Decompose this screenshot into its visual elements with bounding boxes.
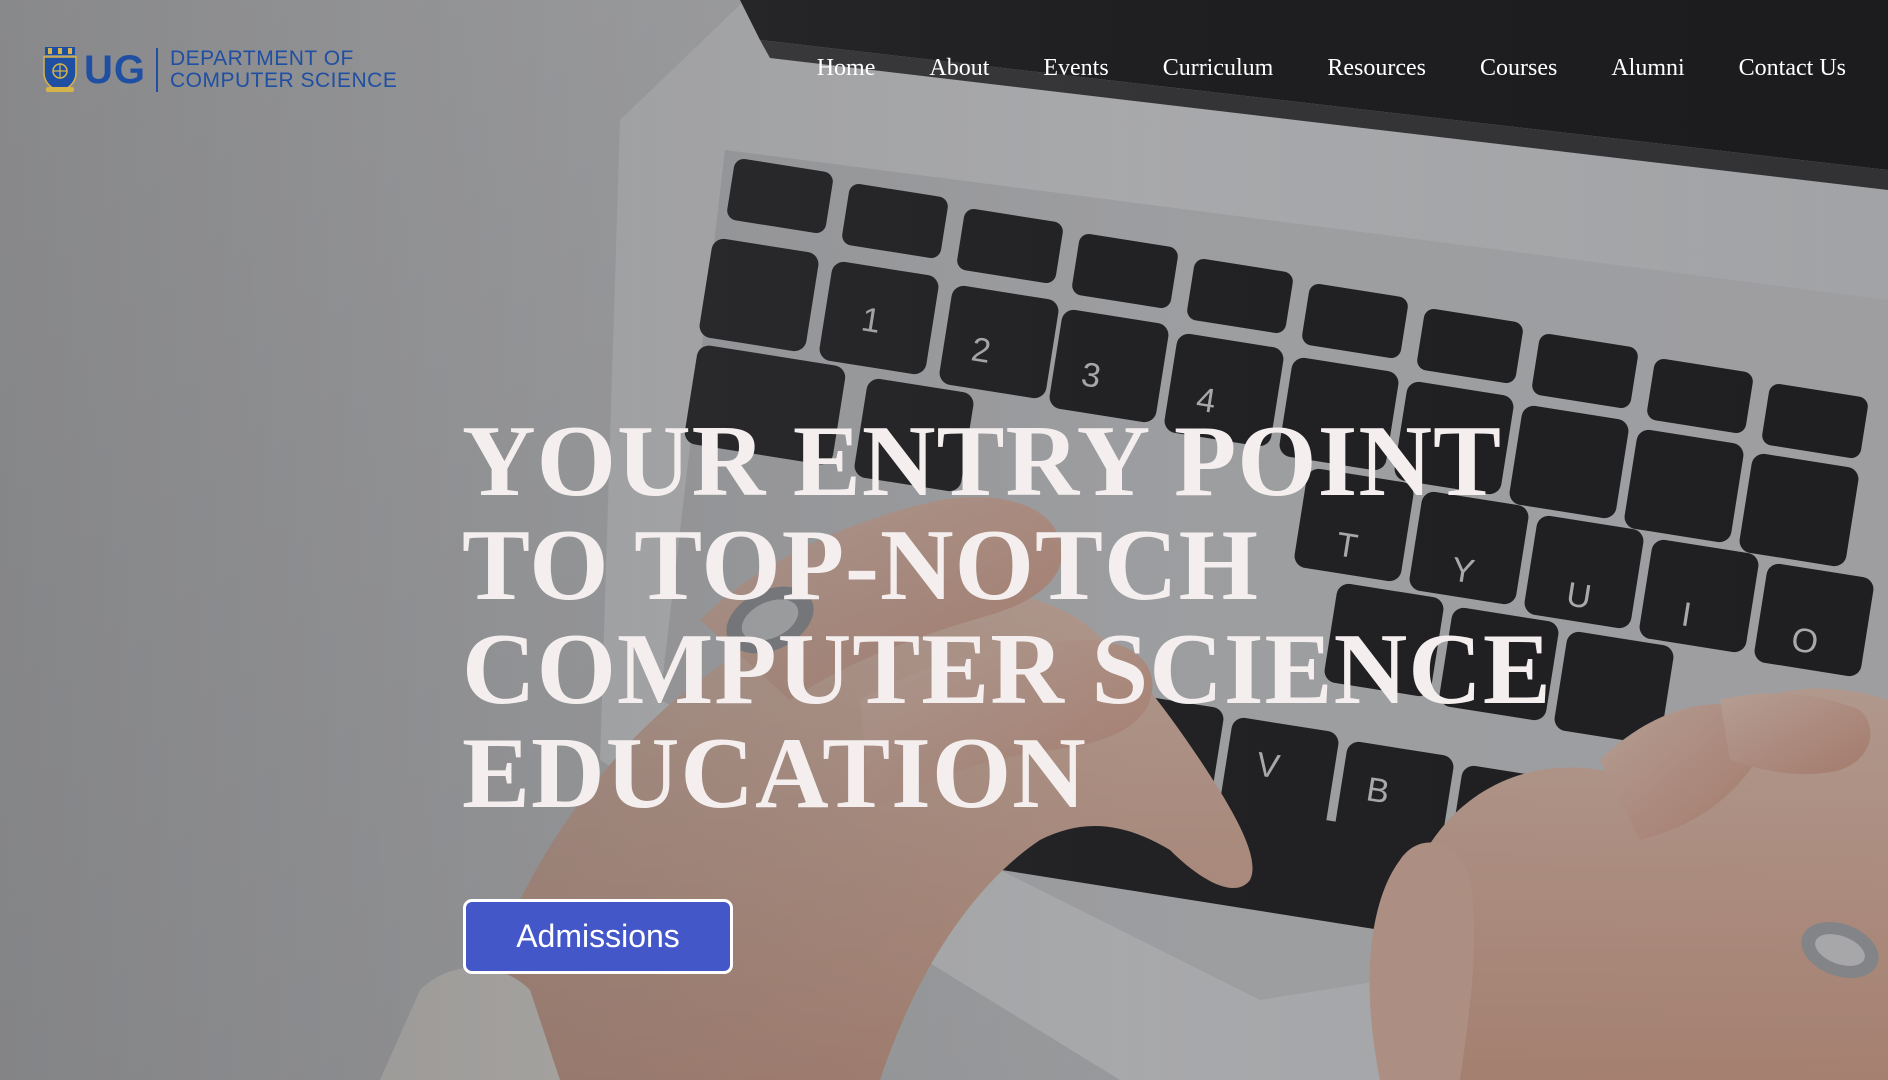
site-header: UG DEPARTMENT OF COMPUTER SCIENCE Home A… [0, 0, 1888, 140]
brand-name: DEPARTMENT OF COMPUTER SCIENCE [170, 48, 397, 92]
main-navigation: Home About Events Curriculum Resources C… [763, 55, 1846, 82]
university-crest-icon [43, 47, 77, 92]
department-logo-link[interactable]: UG DEPARTMENT OF COMPUTER SCIENCE [42, 40, 397, 100]
hero-headline-line4: EDUCATION [462, 717, 1087, 830]
hero-headline-line1: YOUR ENTRY POINT [462, 405, 1503, 518]
nav-link-home[interactable]: Home [817, 55, 876, 82]
nav-link-curriculum[interactable]: Curriculum [1163, 55, 1274, 82]
nav-link-contact-us[interactable]: Contact Us [1739, 55, 1846, 82]
nav-link-events[interactable]: Events [1043, 55, 1108, 82]
brand-name-line1: DEPARTMENT OF [170, 47, 354, 70]
nav-link-resources[interactable]: Resources [1327, 55, 1426, 82]
brand-divider [156, 48, 158, 92]
nav-link-courses[interactable]: Courses [1480, 55, 1557, 82]
hero-headline: YOUR ENTRY POINT TO TOP-NOTCH COMPUTER S… [462, 410, 1612, 826]
admissions-button[interactable]: Admissions [463, 899, 733, 974]
nav-link-alumni[interactable]: Alumni [1611, 55, 1684, 82]
nav-link-about[interactable]: About [929, 55, 989, 82]
brand-name-line2: COMPUTER SCIENCE [170, 69, 398, 92]
hero-headline-line3: COMPUTER SCIENCE [462, 613, 1552, 726]
brand-initials: UG [84, 48, 146, 92]
hero-headline-line2: TO TOP-NOTCH [462, 509, 1260, 622]
